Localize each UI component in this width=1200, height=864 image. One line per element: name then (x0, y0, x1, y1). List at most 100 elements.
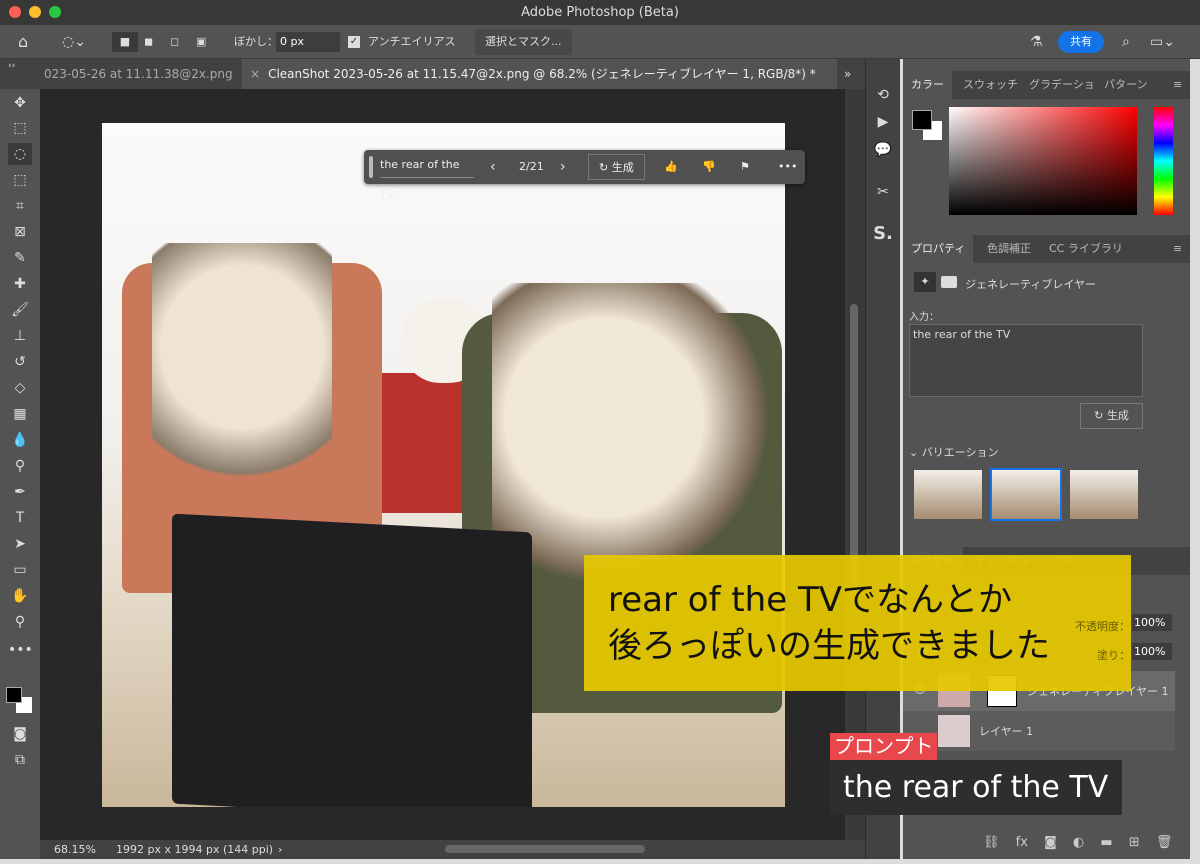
variation-thumbnail-3[interactable] (1070, 470, 1138, 519)
tab-swatches[interactable]: スウォッチ (955, 71, 1026, 99)
add-mask-icon[interactable]: ◙ (1044, 835, 1057, 850)
prompt-textarea[interactable]: the rear of the TV (909, 324, 1143, 397)
tab-document-2[interactable]: × CleanShot 2023-05-26 at 11.15.47@2x.png… (242, 59, 837, 89)
screen-mode-icon[interactable]: ⧉ (8, 749, 32, 771)
object-select-tool-icon[interactable]: ⬚ (8, 169, 32, 191)
history-brush-icon[interactable]: ↺ (8, 351, 32, 373)
healing-brush-icon[interactable]: ✚ (8, 273, 32, 295)
expand-icon[interactable]: ›› (0, 59, 40, 89)
caption-line-2: 後ろっぽいの生成できました (608, 626, 1050, 666)
close-window-button[interactable] (9, 6, 21, 18)
tab-properties[interactable]: プロパティ (903, 235, 974, 263)
workspace-icon[interactable]: ▭⌄ (1150, 32, 1175, 52)
intersect-selection-icon[interactable]: ▣ (196, 32, 206, 52)
subtract-selection-icon[interactable]: ◻ (170, 32, 179, 52)
blur-tool-icon[interactable]: 💧 (8, 429, 32, 451)
tab-adjustments[interactable]: 色調補正 (979, 235, 1039, 263)
maximize-window-button[interactable] (49, 6, 61, 18)
path-select-icon[interactable]: ➤ (8, 533, 32, 555)
tabs-overflow-icon[interactable]: » (836, 59, 859, 89)
minimize-window-button[interactable] (29, 6, 41, 18)
horizontal-scrollbar[interactable] (445, 845, 645, 853)
variation-thumbnail-1[interactable] (914, 470, 982, 519)
thumbs-down-icon[interactable]: 👎 (702, 150, 716, 184)
variations-header[interactable]: ⌄ バリエーション (909, 444, 999, 460)
substance-panel-icon[interactable]: S. (871, 223, 895, 245)
vertical-scrollbar[interactable] (845, 89, 865, 840)
brush-tool-icon[interactable]: 🖌 (8, 299, 32, 321)
select-and-mask-button[interactable]: 選択とマスク... (475, 29, 572, 55)
new-selection-icon[interactable]: ■ (112, 32, 138, 52)
status-menu-icon[interactable]: › (278, 840, 282, 859)
hand-tool-icon[interactable]: ✋ (8, 585, 32, 607)
drag-handle[interactable] (369, 156, 373, 178)
next-variation-button[interactable]: › (560, 150, 566, 184)
panel-menu-icon[interactable]: ≡ (1165, 235, 1190, 263)
tools-panel-icon[interactable]: ✂ (871, 181, 895, 203)
feather-input[interactable]: 0 px (276, 32, 340, 52)
tv-rear (172, 513, 532, 807)
crop-tool-icon[interactable]: ⌗ (8, 195, 32, 217)
gradient-tool-icon[interactable]: ▦ (8, 403, 32, 425)
zoom-tool-icon[interactable]: ⚲ (8, 611, 32, 633)
add-selection-icon[interactable]: ◼ (144, 32, 153, 52)
tab-document-1[interactable]: 023-05-26 at 11.11.38@2x.png (36, 59, 241, 89)
move-tool-icon[interactable]: ✥ (8, 92, 32, 114)
generative-layer-icon: ✦ (914, 272, 936, 292)
variation-thumbnail-2[interactable] (990, 468, 1062, 521)
close-tab-icon[interactable]: × (250, 67, 260, 81)
fill-input[interactable]: 100% (1132, 643, 1172, 660)
trash-icon[interactable]: 🗑 (1156, 835, 1173, 850)
actions-panel-icon[interactable]: ▶ (871, 111, 895, 133)
new-layer-icon[interactable]: ⊞ (1129, 835, 1140, 850)
foreground-color-swatch[interactable] (6, 687, 22, 703)
stamp-tool-icon[interactable]: ⊥ (8, 325, 32, 347)
pen-tool-icon[interactable]: ✒ (8, 481, 32, 503)
fx-icon[interactable]: fx (1016, 835, 1028, 850)
antialias-checkbox[interactable]: ✓ (348, 36, 360, 48)
layers-footer: ⛓ fx ◙ ◐ ▬ ⊞ 🗑 (983, 835, 1172, 850)
tab-label: CleanShot 2023-05-26 at 11.15.47@2x.png … (268, 67, 816, 81)
prompt-annotation-label: プロンプト (830, 733, 938, 760)
more-options-icon[interactable]: ••• (778, 150, 797, 184)
eraser-tool-icon[interactable]: ◇ (8, 377, 32, 399)
rectangle-tool-icon[interactable]: ▭ (8, 559, 32, 581)
hue-slider[interactable] (1154, 107, 1173, 215)
home-icon[interactable]: ⌂ (18, 32, 28, 52)
history-panel-icon[interactable]: ⟲ (871, 84, 895, 106)
generate-button[interactable]: ↻ 生成 (588, 154, 645, 180)
flask-icon[interactable]: ⚗ (1030, 32, 1043, 52)
frame-tool-icon[interactable]: ⊠ (8, 221, 32, 243)
opacity-input[interactable]: 100% (1132, 614, 1172, 631)
marquee-tool-icon[interactable]: ⬚ (8, 117, 32, 139)
share-button[interactable]: 共有 (1058, 31, 1104, 53)
comments-panel-icon[interactable]: 💬 (871, 139, 895, 161)
color-field[interactable] (949, 107, 1137, 215)
color-foreground-swatch[interactable] (912, 110, 932, 130)
document-canvas-image[interactable] (102, 123, 785, 807)
tab-cc-libraries[interactable]: CC ライブラリ (1041, 235, 1131, 263)
variation-counter: 2/21 (519, 160, 544, 173)
prompt-input[interactable]: the rear of the TV (380, 150, 474, 201)
lasso-tool-icon[interactable]: ◌ (8, 143, 32, 165)
more-tools-icon[interactable]: ••• (8, 639, 33, 661)
eyedropper-tool-icon[interactable]: ✎ (8, 247, 32, 269)
link-icon[interactable]: ⛓ (983, 835, 1000, 850)
dodge-tool-icon[interactable]: ⚲ (8, 455, 32, 477)
quick-mask-icon[interactable]: ◙ (8, 723, 32, 745)
flag-icon[interactable]: ⚑ (740, 150, 750, 184)
search-icon[interactable]: ⌕ (1122, 32, 1130, 52)
adjustment-icon[interactable]: ◐ (1073, 835, 1084, 850)
tab-color[interactable]: カラー (903, 71, 952, 99)
folder-icon[interactable]: ▬ (1100, 835, 1112, 850)
thumbs-up-icon[interactable]: 👍 (664, 150, 678, 184)
layer-row-layer1[interactable]: レイヤー 1 (903, 711, 1175, 751)
previous-variation-button[interactable]: ‹ (490, 150, 496, 184)
panel-menu-icon[interactable]: ≡ (1165, 71, 1190, 99)
lasso-tool-preset-icon[interactable]: ◌⌄ (62, 32, 86, 52)
properties-generate-button[interactable]: ↻ 生成 (1080, 403, 1143, 429)
tab-patterns[interactable]: パターン (1096, 71, 1155, 99)
tab-gradients[interactable]: グラデーショ (1021, 71, 1103, 99)
zoom-level[interactable]: 68.15% (54, 840, 96, 859)
type-tool-icon[interactable]: T (8, 507, 32, 529)
